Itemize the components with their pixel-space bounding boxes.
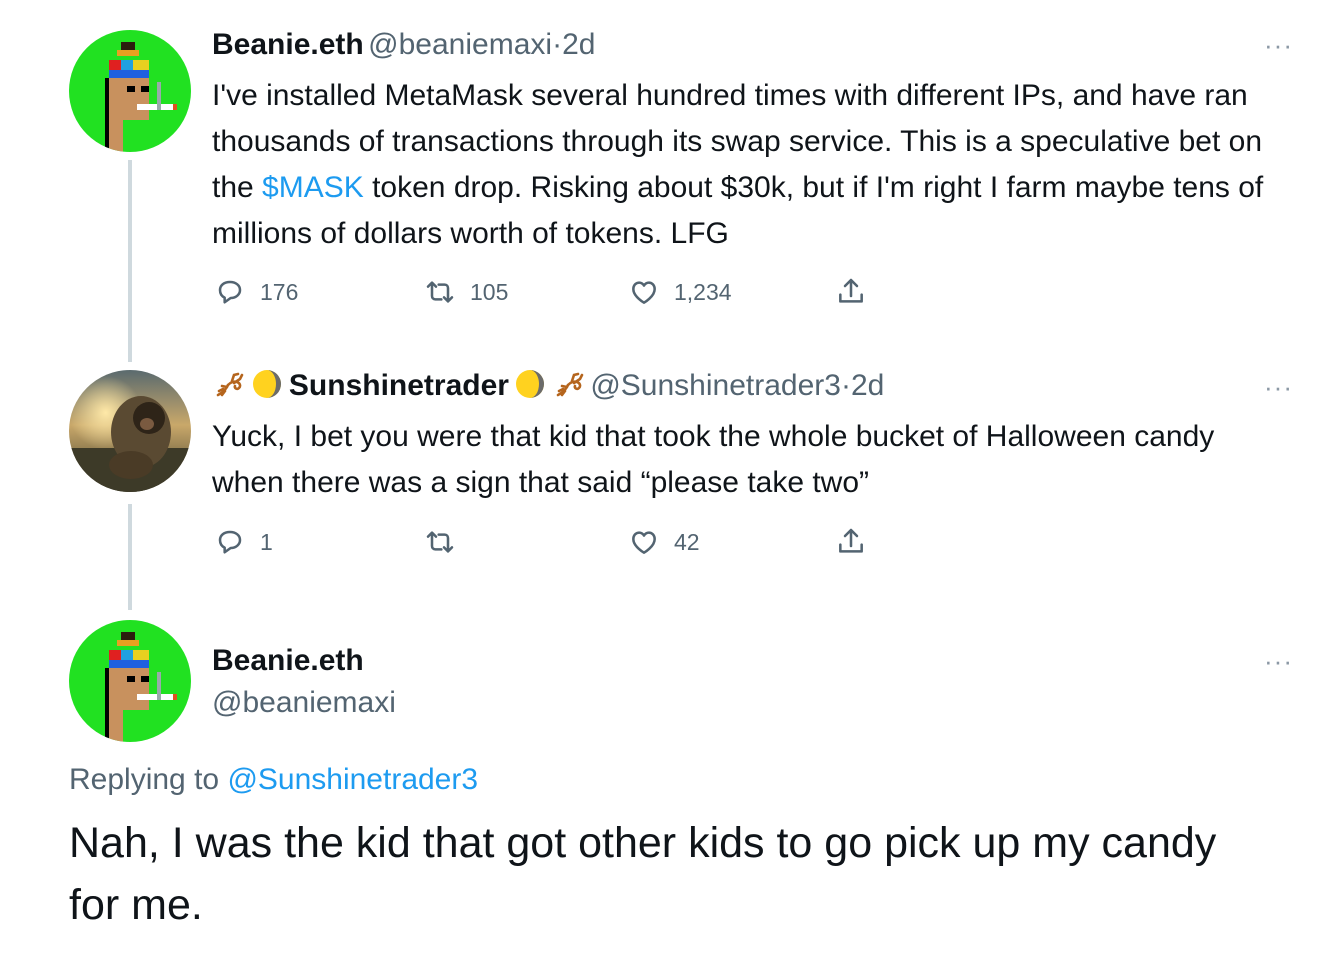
thread-line: [128, 504, 132, 610]
user-handle[interactable]: @beaniemaxi: [368, 28, 552, 61]
replying-to-label: Replying to: [69, 763, 228, 796]
tweet-text: I've installed MetaMask several hundred …: [212, 73, 1282, 257]
share-icon: [839, 278, 863, 303]
timestamp[interactable]: 2d: [851, 369, 884, 402]
avatar[interactable]: [69, 30, 191, 152]
avatar[interactable]: [69, 620, 191, 742]
monkey-photo-avatar-icon: [69, 370, 191, 492]
pixel-punk-avatar-icon: [69, 620, 191, 742]
share-button[interactable]: [835, 526, 867, 558]
separator-dot: ·: [552, 28, 563, 61]
avatar[interactable]: [69, 370, 191, 492]
retweet-button[interactable]: 105: [424, 276, 508, 308]
retweet-button[interactable]: [424, 526, 470, 558]
reply-button[interactable]: 1: [214, 526, 273, 558]
reply-count: 1: [260, 528, 273, 555]
moon-emoji-icon: [516, 370, 545, 398]
retweet-count: 105: [470, 278, 509, 305]
thread-line: [128, 160, 132, 362]
heart-icon: [632, 531, 656, 554]
display-name[interactable]: Beanie.eth: [212, 642, 364, 680]
timestamp[interactable]: 2d: [562, 28, 595, 61]
tweet-header: Sunshinetrader @Sunshinetrader3·2d: [212, 366, 884, 411]
separator-dot: ·: [840, 369, 851, 402]
reply-button[interactable]: 176: [214, 276, 298, 308]
reply-count: 176: [260, 278, 299, 305]
moon-emoji-icon: [253, 370, 282, 398]
display-name[interactable]: Beanie.eth: [212, 28, 364, 61]
like-count: 1,234: [674, 278, 732, 305]
like-button[interactable]: 1,234: [628, 276, 732, 308]
like-count: 42: [674, 528, 700, 555]
reply-icon: [218, 530, 242, 554]
user-handle[interactable]: @Sunshinetrader3: [590, 369, 841, 402]
user-handle[interactable]: @beaniemaxi: [212, 684, 396, 722]
replying-to-line: Replying to @Sunshinetrader3: [69, 760, 478, 800]
scorpion-emoji-icon: [556, 372, 584, 397]
retweet-icon: [426, 531, 454, 553]
retweet-icon: [426, 281, 454, 303]
like-button[interactable]: 42: [628, 526, 700, 558]
heart-icon: [632, 281, 656, 304]
scorpion-emoji-icon: [216, 372, 244, 397]
more-options-icon[interactable]: ···: [1264, 648, 1293, 674]
pixel-punk-avatar-icon: [69, 30, 191, 152]
reply-icon: [218, 280, 242, 304]
share-button[interactable]: [835, 276, 867, 308]
display-name[interactable]: Sunshinetrader: [289, 369, 509, 402]
tweet-header: Beanie.eth @beaniemaxi·2d: [212, 25, 595, 70]
more-options-icon[interactable]: ···: [1264, 374, 1293, 400]
main-tweet-text: Nah, I was the kid that got other kids t…: [69, 819, 1217, 929]
share-icon: [839, 528, 863, 553]
tweet-text: Yuck, I bet you were that kid that took …: [212, 420, 1215, 499]
cashtag-link[interactable]: $MASK: [262, 171, 364, 204]
more-options-icon[interactable]: ···: [1264, 32, 1293, 58]
replying-to-link[interactable]: @Sunshinetrader3: [227, 763, 478, 796]
tweet-text-part: token drop. Risking about $30k, but if I…: [212, 171, 1264, 250]
